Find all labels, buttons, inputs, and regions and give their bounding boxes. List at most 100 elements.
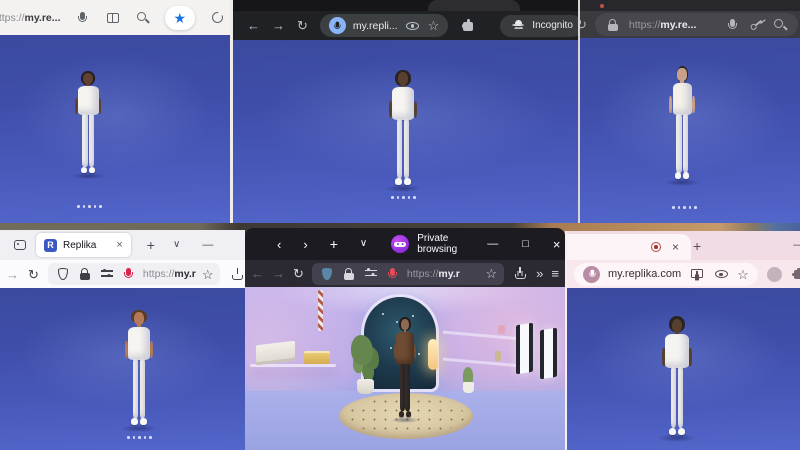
- extensions-icon[interactable]: [791, 266, 800, 282]
- back-icon[interactable]: ‹: [277, 238, 281, 251]
- loading-dots: [672, 206, 697, 209]
- replika-favicon: R: [44, 239, 57, 252]
- title-bar: ‹ › + ∨ Private browsing — □ ×: [245, 228, 565, 260]
- close-tab-icon[interactable]: ×: [672, 241, 679, 253]
- new-tab-icon[interactable]: +: [147, 238, 155, 252]
- room-small-plant: [459, 367, 477, 395]
- room-shelf-right-lower: [443, 358, 521, 368]
- microphone-icon: [586, 268, 598, 280]
- zoom-out-icon[interactable]: [772, 17, 788, 33]
- replika-avatar: [376, 70, 430, 192]
- list-tabs-icon[interactable]: ∨: [360, 239, 367, 249]
- mic-active-icon[interactable]: [385, 266, 401, 282]
- private-browsing-icon: [391, 235, 409, 253]
- bookmark-star-icon[interactable]: ☆: [486, 267, 498, 280]
- address-bar[interactable]: https://my.re...: [595, 13, 798, 36]
- split-screen-icon[interactable]: [105, 10, 121, 26]
- tab[interactable]: [428, 0, 520, 11]
- zoom-out-icon[interactable]: [135, 10, 151, 26]
- dark-toolbar: ↻ https://my.re...: [580, 11, 800, 38]
- favorite-pill[interactable]: ★: [165, 6, 196, 30]
- extension-avatar-icon[interactable]: [767, 267, 782, 282]
- permissions-icon[interactable]: [363, 266, 379, 282]
- eye-preview-icon[interactable]: [713, 266, 729, 282]
- replika-avatar: [112, 310, 166, 432]
- replika-canvas[interactable]: [0, 288, 245, 450]
- microphone-icon[interactable]: [724, 17, 740, 33]
- minimize-icon[interactable]: —: [487, 239, 498, 250]
- replika-canvas[interactable]: [580, 38, 800, 223]
- window-title: Private browsing: [417, 233, 475, 256]
- new-tab-icon[interactable]: +: [693, 239, 701, 253]
- close-tab-icon[interactable]: ×: [116, 240, 122, 251]
- replika-room-canvas[interactable]: [245, 287, 565, 450]
- minimize-icon[interactable]: —: [202, 240, 213, 251]
- list-tabs-icon[interactable]: ∨: [173, 240, 180, 250]
- microphone-icon[interactable]: [75, 10, 91, 26]
- forward-icon[interactable]: →: [272, 267, 285, 280]
- navigation-toolbar: my.replika.com ☆: [567, 260, 800, 288]
- incognito-badge: Incognito: [500, 15, 581, 37]
- maximize-icon[interactable]: □: [522, 239, 529, 250]
- reload-icon[interactable]: ↻: [293, 267, 304, 280]
- mic-active-icon[interactable]: [121, 266, 137, 282]
- close-icon[interactable]: ×: [553, 238, 561, 251]
- bookmark-star-icon[interactable]: ☆: [737, 268, 749, 281]
- address-bar[interactable]: https://my.re...: [0, 12, 61, 24]
- permissions-icon[interactable]: [99, 266, 115, 282]
- bookmark-star-icon[interactable]: ☆: [202, 268, 214, 281]
- reload-icon[interactable]: ↻: [578, 18, 587, 31]
- replika-avatar: [384, 317, 426, 423]
- password-key-icon[interactable]: [745, 13, 767, 35]
- tab-title: Replika: [63, 240, 96, 251]
- extensions-icon[interactable]: [460, 18, 476, 34]
- tab-replika[interactable]: R Replika ×: [36, 233, 131, 257]
- room-shelf-item: [495, 351, 501, 361]
- forward-icon[interactable]: →: [6, 268, 19, 281]
- screenshot-collage: https://my.re... ★ ← → ↻ my.repli...: [0, 0, 800, 450]
- save-icon[interactable]: [229, 266, 245, 282]
- reload-icon[interactable]: ↻: [28, 268, 39, 281]
- eye-preview-icon[interactable]: [405, 18, 421, 34]
- forward-icon[interactable]: →: [272, 19, 285, 32]
- menu-icon[interactable]: ≡: [551, 267, 559, 280]
- more-tools-icon[interactable]: »: [536, 267, 543, 280]
- reload-icon[interactable]: ↻: [297, 19, 308, 32]
- bookmark-star-icon[interactable]: ☆: [428, 19, 440, 32]
- tab[interactable]: ×: [565, 234, 691, 260]
- replika-canvas[interactable]: [233, 40, 581, 223]
- mic-permission-badge[interactable]: [329, 17, 346, 34]
- address-bar[interactable]: my.replika.com ☆: [574, 263, 758, 286]
- save-icon[interactable]: [512, 266, 528, 282]
- forward-icon[interactable]: ›: [303, 238, 307, 251]
- replika-avatar: [657, 66, 707, 186]
- lock-icon: [605, 17, 621, 33]
- recording-indicator-icon: [648, 239, 664, 255]
- replika-canvas[interactable]: [567, 288, 800, 450]
- tracking-shield-icon[interactable]: [319, 266, 335, 282]
- address-bar[interactable]: https://my.r ☆: [48, 263, 221, 285]
- browser-essentials-icon[interactable]: [209, 10, 225, 26]
- edge-toolbar: https://my.re... ★: [0, 0, 230, 36]
- install-app-icon[interactable]: [689, 266, 705, 282]
- tab-strip: × + —: [567, 231, 800, 260]
- room-plant: [343, 333, 389, 395]
- firefox-view-icon[interactable]: [12, 237, 28, 253]
- minimize-icon[interactable]: —: [793, 240, 800, 251]
- replika-canvas[interactable]: [0, 35, 230, 223]
- mic-permission-badge[interactable]: [583, 266, 600, 283]
- navigation-toolbar: → ↻ https://my.r ☆: [0, 260, 245, 289]
- room-window: [516, 323, 533, 375]
- back-icon[interactable]: ←: [247, 19, 260, 32]
- tracking-shield-icon[interactable]: [55, 266, 71, 282]
- back-icon[interactable]: ←: [251, 267, 264, 280]
- browser-window-edge: https://my.re... ★: [0, 0, 230, 223]
- new-tab-icon[interactable]: +: [330, 237, 338, 251]
- lock-icon: [77, 266, 93, 282]
- address-bar[interactable]: my.repli... ☆: [320, 14, 448, 37]
- favorite-star-icon[interactable]: ★: [174, 11, 187, 25]
- browser-window-chrome-pink: × + — my.replika.com ☆: [565, 231, 800, 450]
- address-bar[interactable]: https://my.r ☆: [312, 263, 504, 285]
- incognito-icon: [510, 18, 526, 34]
- replika-avatar: [649, 316, 705, 442]
